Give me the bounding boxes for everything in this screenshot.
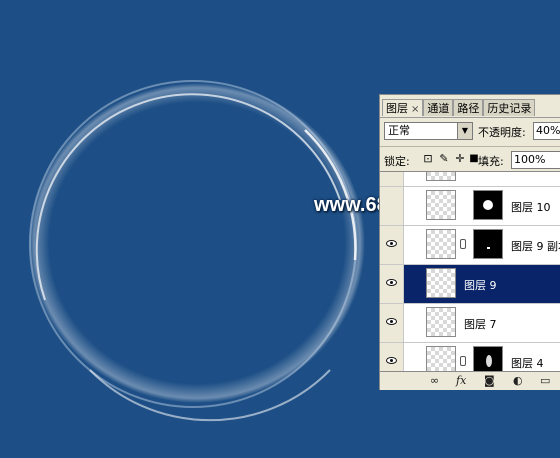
blend-mode-select[interactable]: 正常 ▼	[384, 122, 473, 140]
layer-row[interactable]: 图层 9 副本	[380, 226, 560, 265]
layer-mask-thumbnail	[473, 190, 503, 220]
layers-list: 图层 10 图层 9 副本 图层 9 图层 7	[380, 171, 560, 372]
visibility-cell[interactable]	[380, 172, 404, 186]
layer-thumbnail	[426, 229, 456, 259]
tab-paths[interactable]: 路径	[453, 99, 484, 116]
layers-panel: 图层 × 通道 路径 历史记录 正常 ▼ 不透明度: 40% 锁定: ⊡ ✎ ✛ …	[379, 94, 560, 390]
lock-row: 锁定: ⊡ ✎ ✛ ■ 填充: 100%	[384, 151, 560, 169]
panel-bottom-toolbar: ∞ fx ◙ ◐ ▭	[380, 371, 560, 390]
divider	[380, 146, 560, 147]
link-icon[interactable]: ∞	[430, 374, 439, 388]
mask-icon[interactable]: ◙	[484, 374, 495, 388]
blend-row: 正常 ▼ 不透明度: 40%	[384, 122, 560, 142]
layer-name: 图层 9 副本	[511, 240, 560, 253]
layer-name: 图层 7	[464, 318, 497, 331]
close-icon[interactable]: ×	[411, 104, 419, 115]
fill-label: 填充:	[478, 155, 504, 168]
layer-row[interactable]: 图层 10	[380, 187, 560, 226]
layer-row-partial[interactable]	[380, 172, 560, 187]
visibility-cell[interactable]	[380, 304, 404, 342]
visibility-cell[interactable]	[380, 343, 404, 372]
layer-thumbnail	[426, 307, 456, 337]
tab-layers-label: 图层	[386, 102, 408, 115]
blend-mode-value: 正常	[388, 124, 410, 137]
fill-input[interactable]: 100%	[511, 151, 560, 169]
lock-move-icon[interactable]: ✛	[454, 153, 466, 165]
fx-icon[interactable]: fx	[456, 374, 466, 388]
layer-thumbnail	[426, 268, 456, 298]
chevron-down-icon[interactable]: ▼	[457, 123, 472, 139]
layer-row-selected[interactable]: 图层 9	[380, 265, 560, 304]
layer-row[interactable]: 图层 4	[380, 343, 560, 372]
layer-mask-thumbnail	[473, 229, 503, 259]
lock-brush-icon[interactable]: ✎	[438, 153, 450, 165]
tab-layers[interactable]: 图层 ×	[382, 99, 424, 116]
eye-icon[interactable]	[386, 357, 397, 364]
layer-thumbnail	[426, 190, 456, 220]
panel-tabs: 图层 × 通道 路径 历史记录	[382, 99, 560, 117]
opacity-label: 不透明度:	[478, 126, 526, 139]
eye-icon[interactable]	[386, 279, 397, 286]
eye-icon[interactable]	[386, 318, 397, 325]
visibility-cell[interactable]	[380, 187, 404, 225]
bubble-outer-glow	[29, 83, 365, 403]
layer-name: 图层 10	[511, 201, 551, 214]
folder-icon[interactable]: ▭	[540, 374, 550, 388]
link-chain-icon	[460, 356, 466, 366]
layer-name: 图层 4	[511, 357, 544, 370]
layer-name: 图层 9	[464, 279, 497, 292]
opacity-input[interactable]: 40%	[533, 122, 560, 140]
layer-thumbnail	[426, 172, 456, 181]
visibility-cell[interactable]	[380, 226, 404, 264]
layer-thumbnail	[426, 346, 456, 372]
eye-icon[interactable]	[386, 240, 397, 247]
layer-mask-thumbnail	[473, 346, 503, 372]
link-chain-icon	[460, 239, 466, 249]
lock-transparency-icon[interactable]: ⊡	[422, 153, 434, 165]
adjustment-icon[interactable]: ◐	[513, 374, 523, 388]
tab-channels[interactable]: 通道	[423, 99, 454, 116]
tab-history[interactable]: 历史记录	[483, 99, 536, 116]
tab-divider	[380, 117, 560, 118]
lock-label: 锁定:	[384, 155, 410, 168]
visibility-cell[interactable]	[380, 265, 404, 303]
layer-row[interactable]: 图层 7	[380, 304, 560, 343]
